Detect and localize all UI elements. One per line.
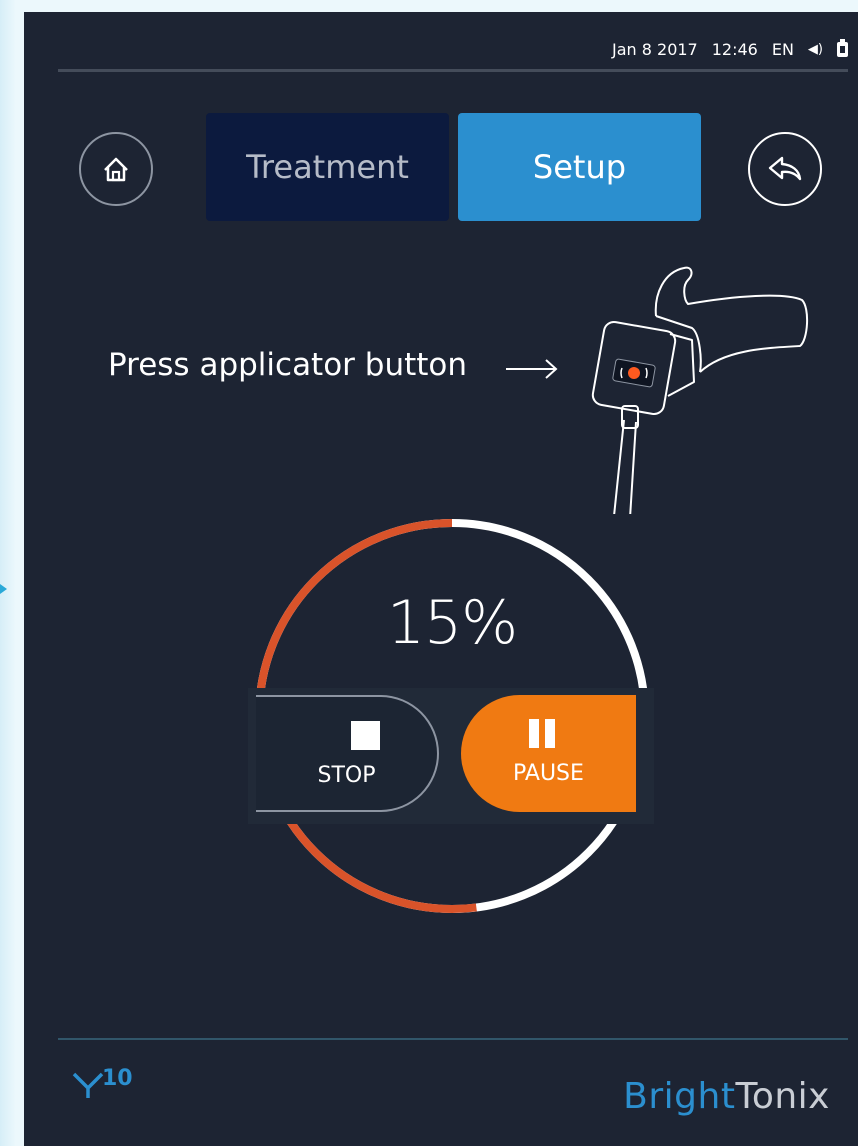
stop-button[interactable]: STOP [256, 695, 439, 812]
applicator-illustration [591, 266, 808, 514]
top-divider [58, 69, 848, 72]
y10-logo: 10 [72, 1066, 133, 1104]
status-language[interactable]: EN [772, 40, 794, 59]
status-date: Jan 8 2017 [612, 40, 698, 59]
y-logo-mark [72, 1072, 104, 1098]
bottom-divider [58, 1038, 848, 1040]
stop-label: STOP [317, 763, 376, 788]
pause-icon [527, 719, 557, 748]
pause-button[interactable]: PAUSE [461, 695, 636, 812]
back-arrow-icon [768, 156, 802, 181]
home-button[interactable] [79, 132, 153, 206]
stop-icon [351, 721, 380, 750]
pause-label: PAUSE [513, 761, 584, 786]
status-bar: Jan 8 2017 12:46 EN ◀) [612, 39, 848, 59]
battery-icon [837, 39, 848, 57]
instruction-text: Press applicator button [108, 347, 468, 383]
logo-superscript: 10 [102, 1066, 133, 1091]
back-button[interactable] [748, 132, 822, 206]
device-screen: Jan 8 2017 12:46 EN ◀) Treatment Setup P… [24, 12, 858, 1146]
brand-part-tonix: Tonix [735, 1076, 830, 1117]
brand-part-bright: Bright [623, 1076, 736, 1117]
arrow-right-icon [506, 359, 558, 379]
progress-percent: 15% [386, 588, 518, 658]
home-icon [104, 157, 128, 182]
page-arrow-marker [0, 584, 7, 594]
volume-icon[interactable]: ◀) [808, 42, 823, 57]
tab-treatment[interactable]: Treatment [206, 113, 449, 221]
status-time: 12:46 [711, 40, 758, 59]
brand-logo: BrightTonix [623, 1076, 830, 1117]
tab-setup[interactable]: Setup [458, 113, 701, 221]
